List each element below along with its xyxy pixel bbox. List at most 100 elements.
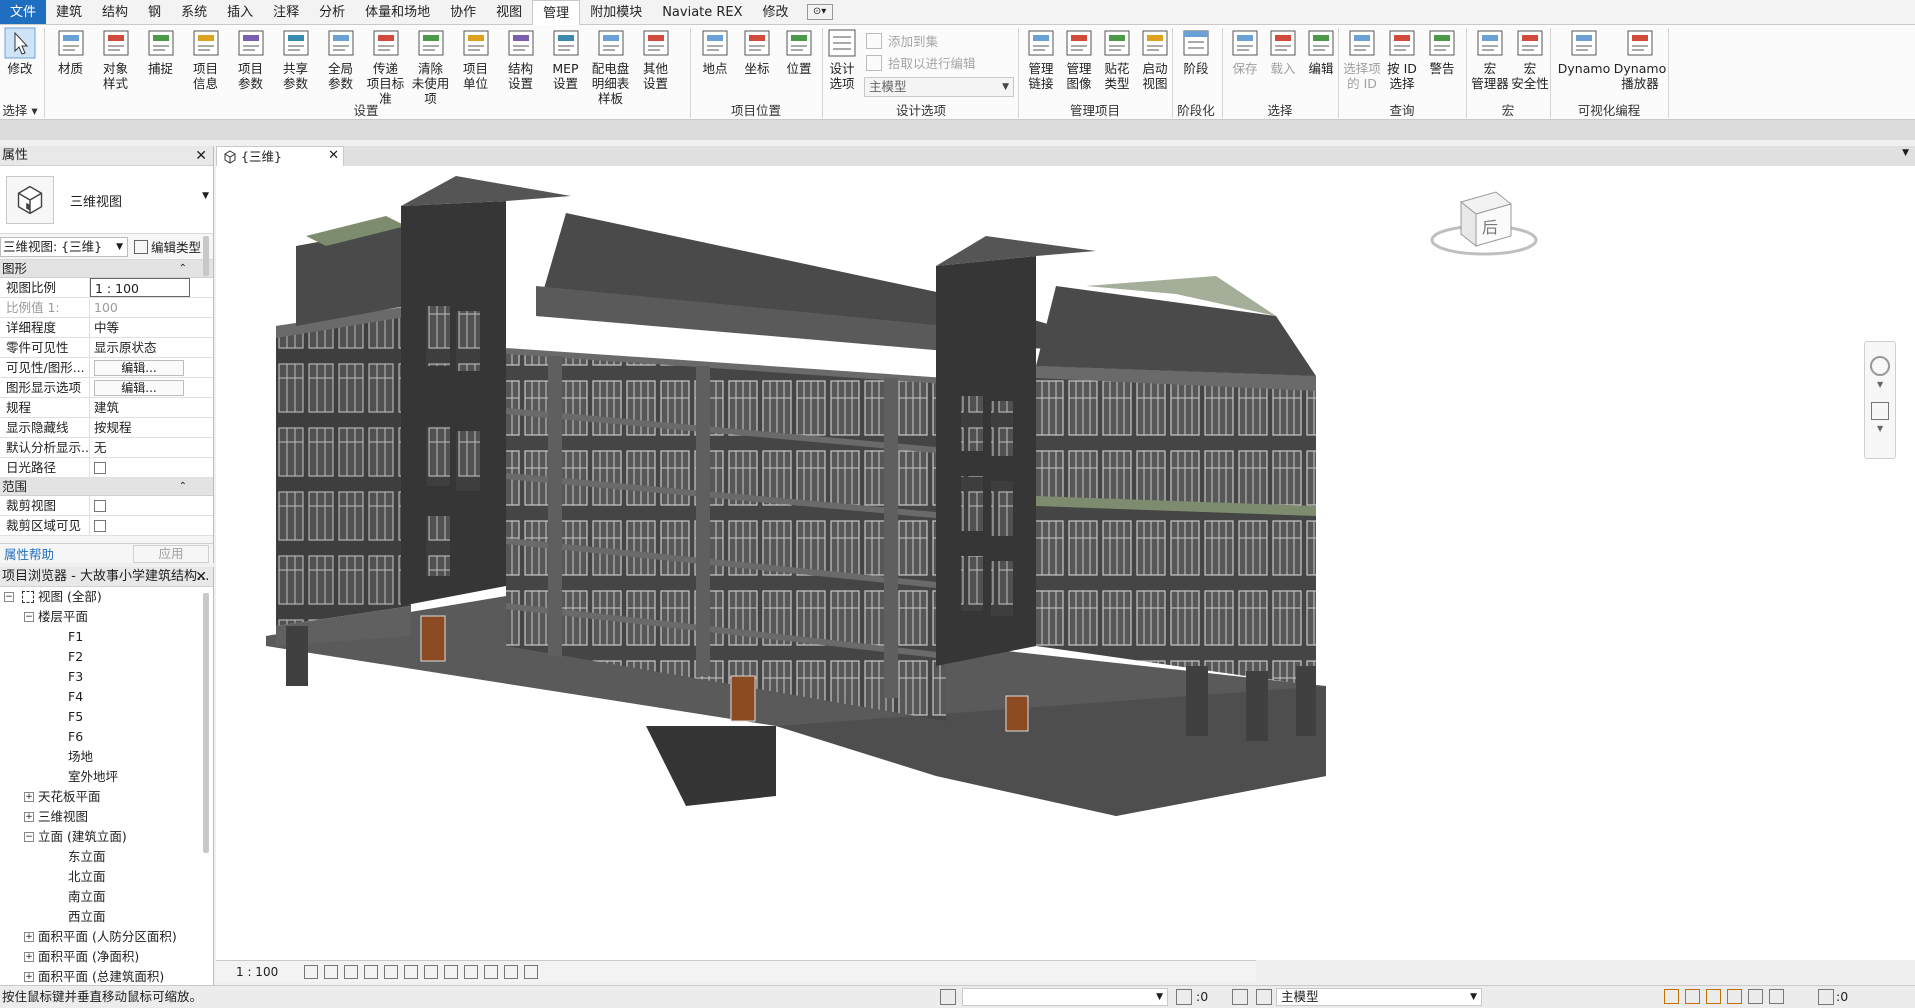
editable-only-icon[interactable] bbox=[1176, 989, 1192, 1005]
edit-button[interactable]: 编辑... bbox=[94, 380, 184, 396]
menu-tab-6[interactable]: 注释 bbox=[263, 0, 309, 24]
manage-project-button-0[interactable]: 管理 链接 bbox=[1022, 27, 1060, 91]
render-icon[interactable] bbox=[384, 964, 399, 979]
tree-node[interactable]: 场地 bbox=[0, 747, 213, 767]
properties-scrollbar[interactable] bbox=[203, 236, 209, 276]
menu-tab-7[interactable]: 分析 bbox=[309, 0, 355, 24]
design-options-status-icon[interactable] bbox=[1232, 989, 1248, 1005]
select-links-icon[interactable] bbox=[1664, 989, 1679, 1004]
detail-level-icon[interactable] bbox=[304, 964, 319, 979]
view-instance-select[interactable]: 三维视图: {三维} ▼ bbox=[0, 236, 128, 257]
close-icon[interactable]: ✕ bbox=[195, 567, 207, 587]
tree-node[interactable]: F5 bbox=[0, 707, 213, 727]
3d-viewport[interactable]: 后 bbox=[216, 166, 1915, 960]
settings-button-7[interactable]: 传递 项目标准 bbox=[363, 27, 408, 106]
chevron-down-icon[interactable]: ▼ bbox=[1877, 380, 1883, 389]
crop-region-icon[interactable] bbox=[424, 964, 439, 979]
section-graphics[interactable]: 图形 ⌃ bbox=[0, 260, 213, 278]
collapse-icon[interactable]: − bbox=[24, 611, 34, 622]
tree-node[interactable]: 南立面 bbox=[0, 887, 213, 907]
tree-node[interactable]: − 视图 (全部) bbox=[0, 587, 213, 607]
settings-button-8[interactable]: 清除 未使用项 bbox=[408, 27, 453, 106]
tree-node[interactable]: F3 bbox=[0, 667, 213, 687]
menu-tab-12[interactable]: 附加模块 bbox=[580, 0, 652, 24]
close-icon[interactable]: ✕ bbox=[195, 146, 207, 166]
browser-scrollbar[interactable] bbox=[203, 593, 209, 853]
ribbon-display-toggle[interactable]: ⊙▾ bbox=[799, 0, 841, 24]
visual-style-icon[interactable] bbox=[324, 964, 339, 979]
select-underlay-icon[interactable] bbox=[1685, 989, 1700, 1004]
tree-node[interactable]: + 天花板平面 bbox=[0, 787, 213, 807]
manage-project-button-1[interactable]: 管理 图像 bbox=[1060, 27, 1098, 91]
settings-button-3[interactable]: 项目 信息 bbox=[183, 27, 228, 91]
edit-type-button[interactable]: 编辑类型 bbox=[134, 237, 201, 256]
menu-tab-9[interactable]: 协作 bbox=[440, 0, 486, 24]
settings-button-2[interactable]: 捕捉 bbox=[138, 27, 183, 76]
selection-button-1[interactable]: 载入 bbox=[1264, 27, 1302, 76]
apply-button[interactable]: 应用 bbox=[133, 544, 209, 563]
edit-button[interactable]: 编辑... bbox=[94, 360, 184, 376]
drag-elements-icon[interactable] bbox=[1748, 989, 1763, 1004]
add-to-set-button[interactable]: 添加到集 bbox=[866, 31, 938, 50]
menu-tab-3[interactable]: 钢 bbox=[138, 0, 171, 24]
settings-button-6[interactable]: 全局 参数 bbox=[318, 27, 363, 91]
design-option-select[interactable]: 主模型 ▼ bbox=[864, 77, 1014, 97]
menu-tab-2[interactable]: 结构 bbox=[92, 0, 138, 24]
menu-tab-11[interactable]: 管理 bbox=[532, 0, 581, 26]
property-value[interactable]: 按规程 bbox=[90, 418, 190, 437]
zoom-icon[interactable] bbox=[1871, 402, 1889, 420]
tree-node[interactable]: F4 bbox=[0, 687, 213, 707]
location-button-2[interactable]: 位置 bbox=[778, 27, 820, 76]
menu-tab-14[interactable]: 修改 bbox=[753, 0, 799, 24]
checkbox[interactable] bbox=[94, 519, 106, 532]
collapse-icon[interactable]: − bbox=[4, 591, 14, 602]
property-value[interactable]: 1 : 100 bbox=[90, 278, 190, 297]
settings-button-11[interactable]: MEP 设置 bbox=[543, 27, 588, 91]
close-tab-icon[interactable]: ✕ bbox=[328, 147, 339, 165]
checkbox[interactable] bbox=[94, 499, 106, 512]
settings-button-10[interactable]: 结构 设置 bbox=[498, 27, 543, 91]
tree-node[interactable]: + 面积平面 (总建筑面积) bbox=[0, 967, 213, 987]
manage-project-button-2[interactable]: 贴花 类型 bbox=[1098, 27, 1136, 91]
menu-tab-0[interactable]: 文件 bbox=[0, 0, 47, 24]
background-process-icon[interactable] bbox=[1769, 989, 1784, 1004]
tree-node[interactable]: + 三维视图 bbox=[0, 807, 213, 827]
lock-view-icon[interactable] bbox=[444, 964, 459, 979]
location-button-1[interactable]: 坐标 bbox=[736, 27, 778, 76]
settings-button-1[interactable]: 对象 样式 bbox=[93, 27, 138, 91]
expand-icon[interactable]: + bbox=[24, 931, 34, 942]
expand-icon[interactable]: + bbox=[24, 951, 34, 962]
properties-help-link[interactable]: 属性帮助 bbox=[4, 544, 54, 563]
inquiry-button-0[interactable]: 选择项的 ID bbox=[1342, 27, 1382, 91]
menu-tab-1[interactable]: 建筑 bbox=[46, 0, 92, 24]
settings-button-0[interactable]: 材质 bbox=[48, 27, 93, 76]
workset-select[interactable]: ▼ bbox=[962, 988, 1168, 1006]
sun-path-icon[interactable] bbox=[344, 964, 359, 979]
temp-hide-icon[interactable] bbox=[464, 964, 479, 979]
tree-node[interactable]: 北立面 bbox=[0, 867, 213, 887]
section-extents[interactable]: 范围 ⌃ bbox=[0, 478, 213, 496]
property-value[interactable]: 中等 bbox=[90, 318, 190, 337]
tab-menu-icon[interactable]: ▼ bbox=[1902, 148, 1909, 158]
exclude-options-icon[interactable] bbox=[1256, 989, 1272, 1005]
menu-tab-10[interactable]: 视图 bbox=[486, 0, 532, 24]
property-value[interactable]: 100 bbox=[90, 298, 190, 317]
tree-node[interactable]: F2 bbox=[0, 647, 213, 667]
filter-icon[interactable] bbox=[1818, 989, 1834, 1005]
reveal-hidden-icon[interactable] bbox=[484, 964, 499, 979]
location-button-0[interactable]: 地点 bbox=[694, 27, 736, 76]
settings-button-9[interactable]: 项目 单位 bbox=[453, 27, 498, 91]
worksharing-icon[interactable] bbox=[504, 964, 519, 979]
tree-node[interactable]: − 楼层平面 bbox=[0, 607, 213, 627]
view-tab-3d[interactable]: {三维} ✕ bbox=[216, 146, 344, 166]
manage-project-button-3[interactable]: 启动 视图 bbox=[1136, 27, 1174, 91]
navigation-bar[interactable]: ▼ ▼ bbox=[1864, 341, 1896, 459]
menu-tab-13[interactable]: Naviate REX bbox=[652, 0, 752, 24]
tree-node[interactable]: + 面积平面 (人防分区面积) bbox=[0, 927, 213, 947]
dynamo-button-1[interactable]: Dynamo 播放器 bbox=[1612, 27, 1668, 91]
settings-button-12[interactable]: 配电盘明细表 样板 bbox=[588, 27, 633, 106]
checkbox[interactable] bbox=[94, 461, 106, 474]
property-value[interactable]: 显示原状态 bbox=[90, 338, 190, 357]
worksets-icon[interactable] bbox=[940, 989, 956, 1005]
settings-button-4[interactable]: 项目 参数 bbox=[228, 27, 273, 91]
